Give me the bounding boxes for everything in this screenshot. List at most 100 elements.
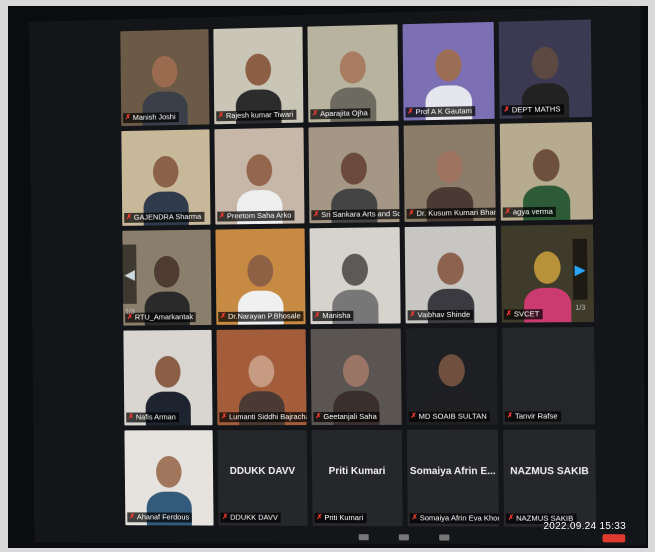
person-head: [438, 354, 465, 387]
participant-tile[interactable]: ✗ Aparajita Ojha: [307, 24, 399, 123]
name-tag: ✗ Sri Sankara Arts and Science...: [311, 208, 400, 221]
name-tag: ✗ Priti Kumari: [314, 512, 367, 524]
next-page-button[interactable]: ▶: [572, 238, 588, 300]
participant-name: RTU_Amarkantak: [134, 312, 194, 322]
name-tag: ✗ GAJENDRA Sharma: [124, 211, 205, 223]
person-head: [534, 353, 562, 387]
mic-off-icon: ✗: [314, 312, 321, 320]
chevron-right-icon: ▶: [574, 260, 586, 277]
participant-tile[interactable]: ✗ Tanvir Rafse: [501, 327, 596, 425]
participant-name: Vaibhav Shinde: [417, 309, 471, 320]
participant-tile[interactable]: ✗ Manish Joshi: [120, 29, 210, 127]
participant-name: Dr. Kusum Kumari Bharti: [416, 207, 496, 218]
person-head: [247, 254, 274, 287]
mic-off-icon: ✗: [409, 311, 416, 319]
name-tag: ✗ Manish Joshi: [123, 112, 179, 124]
name-tag: ✗ Aparajita Ojha: [310, 108, 371, 120]
person-head: [154, 355, 181, 388]
participant-tile[interactable]: ✗ MD SOAIB SULTAN: [405, 327, 498, 425]
person-head: [437, 252, 464, 285]
participant-name: Priti Kumari: [324, 512, 364, 523]
photo-frame: ✗ Manish Joshi ✗ Rajesh kumar Tiwari ✗ Aparaj…: [8, 6, 648, 548]
name-tag: ✗ Manisha: [312, 310, 354, 322]
mic-off-icon: ✗: [411, 514, 418, 522]
participant-tile[interactable]: DDUKK DAVV ✗ DDUKK DAVV: [217, 430, 308, 526]
mic-off-icon: ✗: [503, 106, 510, 114]
person-head: [533, 251, 561, 284]
participant-display-name: DDUKK DAVV: [229, 465, 296, 477]
participant-tile[interactable]: ✗ Nafis Arman: [123, 329, 213, 426]
name-tag: ✗ Rajesh kumar Tiwari: [216, 109, 297, 122]
mic-off-icon: ✗: [507, 514, 515, 522]
name-tag: ✗ Vaibhav Shinde: [407, 309, 474, 321]
name-tag: ✗ Dr. Kusum Kumari Bharti: [406, 207, 496, 219]
participant-name: Lumanti Siddhi Bajracharya: [229, 412, 307, 422]
participant-tile[interactable]: Priti Kumari ✗ Priti Kumari: [311, 429, 403, 527]
participant-name: Nafis Arman: [135, 412, 176, 422]
participant-tile[interactable]: ✗ Prof A K Gautam: [402, 21, 495, 121]
participant-name: Dr.Narayan P.Bhosale: [227, 311, 301, 321]
participant-tile[interactable]: ✗ DEPT MATHS: [498, 19, 592, 119]
page-indicator-left: 1/3: [125, 308, 135, 316]
participant-tile[interactable]: Somaiya Afrin E... ✗ Somaiya Afrin Eva Kho…: [406, 429, 499, 527]
participant-name: Ahanaf Ferdous: [136, 512, 190, 522]
participant-tile[interactable]: ✗ Ahanaf Ferdous: [124, 430, 214, 526]
mic-off-icon: ✗: [313, 211, 320, 219]
leave-button[interactable]: [602, 534, 626, 543]
name-tag: ✗ Tanvir Rafse: [504, 411, 561, 422]
previous-page-button[interactable]: ◀: [122, 244, 137, 304]
participant-tile[interactable]: ✗ Dr. Kusum Kumari Bharti: [403, 123, 496, 222]
toolbar: [358, 534, 450, 541]
participant-tile[interactable]: ✗ Dr.Narayan P.Bhosale: [215, 228, 306, 325]
participant-tile[interactable]: ✗ Rajesh kumar Tiwari: [213, 26, 304, 125]
participant-name: Prof A K Gautam: [415, 106, 472, 117]
participant-tile[interactable]: ✗ Manisha: [309, 227, 401, 325]
participant-name: DEPT MATHS: [511, 104, 561, 115]
participant-tile[interactable]: ✗ Geetanjali Saha: [310, 328, 402, 426]
chevron-left-icon: ◀: [124, 265, 135, 282]
name-tag: ✗ MD SOAIB SULTAN: [408, 411, 490, 422]
mic-off-icon: ✗: [315, 413, 322, 421]
person-head: [341, 253, 369, 286]
participant-tile[interactable]: NAZMUS SAKIB ✗ NAZMUS SAKIB: [503, 429, 597, 528]
mic-off-icon: ✗: [410, 412, 417, 420]
name-tag: ✗ Geetanjali Saha: [313, 411, 380, 423]
mic-off-icon: ✗: [316, 513, 323, 521]
toolbar-icon[interactable]: [398, 534, 409, 541]
name-tag: ✗ DDUKK DAVV: [220, 512, 281, 523]
mic-off-icon: ✗: [219, 212, 226, 220]
mic-off-icon: ✗: [408, 209, 415, 217]
mic-off-icon: ✗: [222, 513, 229, 521]
name-tag: ✗ Nafis Arman: [126, 412, 179, 423]
participant-tile[interactable]: ✗ Lumanti Siddhi Bajracharya: [216, 329, 307, 426]
mic-off-icon: ✗: [128, 413, 134, 421]
participant-tile[interactable]: ✗ Sri Sankara Arts and Science...: [308, 125, 400, 224]
photo-timestamp: 2022.09.24 15:33: [543, 521, 626, 532]
participant-tile[interactable]: ✗ agya verma: [499, 121, 593, 221]
participant-display-name: Somaiya Afrin E...: [409, 466, 496, 478]
toolbar-icon[interactable]: [439, 534, 450, 541]
mic-off-icon: ✗: [504, 208, 511, 216]
toolbar-icon[interactable]: [358, 534, 369, 541]
participant-name: Aparajita Ojha: [320, 108, 368, 119]
mic-off-icon: ✗: [221, 413, 228, 421]
mic-off-icon: ✗: [505, 310, 512, 318]
participant-name: Rajesh kumar Tiwari: [225, 109, 294, 121]
name-tag: ✗ Prof A K Gautam: [405, 106, 476, 118]
participant-tile[interactable]: ✗ Preetom Saha Arko: [214, 127, 305, 225]
name-tag: ✗ agya verma: [502, 206, 557, 218]
person-head: [155, 456, 182, 488]
name-tag: ✗ Preetom Saha Arko: [217, 210, 295, 222]
participant-tile[interactable]: ✗ Vaibhav Shinde: [404, 225, 497, 324]
participant-name: agya verma: [512, 206, 553, 217]
participant-name: Preetom Saha Arko: [226, 210, 292, 221]
mic-off-icon: ✗: [506, 412, 513, 420]
name-tag: ✗ Somaiya Afrin Eva Khondo...: [409, 513, 499, 524]
participant-name: Tanvir Rafse: [514, 411, 558, 421]
zoom-window: ✗ Manish Joshi ✗ Rajesh kumar Tiwari ✗ Aparaj…: [29, 6, 646, 546]
participant-display-name: Priti Kumari: [328, 466, 386, 478]
participant-name: Manish Joshi: [132, 112, 176, 122]
participant-tile[interactable]: ✗ GAJENDRA Sharma: [121, 129, 211, 226]
gallery-grid: ✗ Manish Joshi ✗ Rajesh kumar Tiwari ✗ Aparaj…: [120, 19, 597, 528]
participant-name: Somaiya Afrin Eva Khondo...: [419, 513, 499, 523]
